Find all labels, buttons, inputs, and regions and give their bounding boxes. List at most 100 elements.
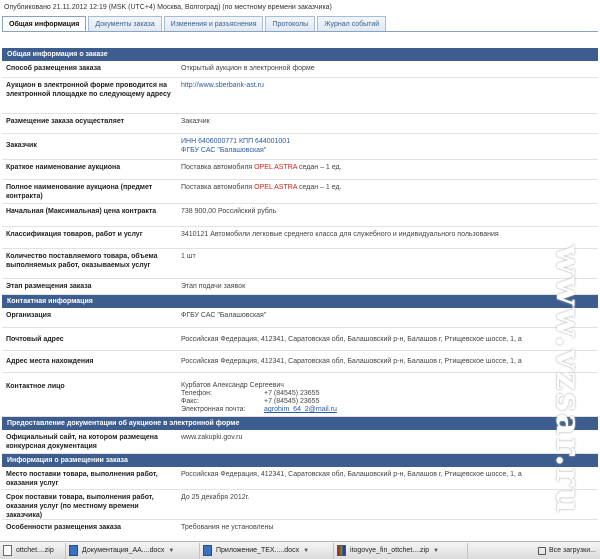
detail-label: Размещение заказа осуществляет (6, 118, 125, 125)
download-item[interactable]: ottchet....zip (0, 542, 66, 559)
section-contacts-title: Контактная информация (2, 295, 598, 308)
chevron-down-icon[interactable]: ▼ (303, 548, 309, 554)
detail-label: Количество поставляемого товара, объема … (6, 253, 158, 269)
short-name-suffix: седан – 1 ед. (299, 164, 342, 171)
watermark: www.vzsar.ru (548, 212, 588, 548)
detail-label: Аукцион в электронной форме проводится н… (6, 82, 171, 98)
email-label: Электронная почта: (181, 406, 246, 413)
fax-label: Факс: (181, 398, 199, 405)
detail-value: Российская Федерация, 412341, Саратовска… (181, 471, 522, 478)
detail-row: Заказчик ИНН 6406000771 КПП 644001001 ФГ… (2, 134, 598, 160)
section-general-title: Общая информация о заказе (2, 48, 598, 61)
detail-row: Размещение заказа осуществляет Заказчик (2, 114, 598, 134)
download-icon (538, 546, 546, 555)
detail-row: Этап размещения заказа Этап подачи заяво… (2, 279, 598, 295)
detail-row: Адрес места нахождения Российская Федера… (2, 351, 598, 373)
all-downloads-link[interactable]: Все загрузки... (534, 546, 600, 555)
word-icon (69, 545, 78, 556)
detail-value: 738 900,00 Российский рубль (181, 208, 277, 215)
section-info-title: Информация о размещении заказа (2, 454, 598, 467)
short-name-prefix: Поставка автомобиля (181, 164, 253, 171)
section-docs-title: Предоставление документации об аукционе … (2, 417, 598, 430)
chevron-down-icon[interactable]: ▼ (433, 548, 439, 554)
download-item[interactable]: Документация_АА....docx ▼ (66, 542, 200, 559)
full-name-prefix: Поставка автомобиля (181, 184, 253, 191)
word-icon (203, 545, 212, 556)
detail-value: ИНН 6406000771 КПП 644001001 ФГБУ САС "Б… (177, 134, 598, 159)
download-name: ottchet....zip (16, 547, 54, 554)
download-name: itogovye_fin_ottchet....zip (350, 547, 429, 554)
downloads-bar: ottchet....zip Документация_АА....docx ▼… (0, 541, 600, 559)
detail-value: http://www.sberbank-ast.ru (177, 78, 598, 113)
detail-row: Начальная (Максимальная) цена контракта … (2, 204, 598, 227)
detail-row: Место поставки товара, выполнения работ,… (2, 467, 598, 490)
detail-row: Количество поставляемого товара, объема … (2, 249, 598, 279)
detail-value: Поставка автомобиля OPEL ASTRA седан – 1… (177, 180, 598, 203)
email-link[interactable]: agrohim_64_2@mail.ru (264, 406, 594, 414)
detail-value: ФГБУ САС "Балашовская" (181, 312, 267, 319)
detail-row: Классификация товаров, работ и услуг 341… (2, 227, 598, 249)
order-details: Общая информация о заказе Способ размеще… (2, 48, 598, 536)
detail-label: Организация (6, 312, 52, 319)
detail-row: Полное наименование аукциона (предмет ко… (2, 180, 598, 204)
customer-name-link[interactable]: ФГБУ САС "Балашовская" (181, 147, 266, 154)
customer-inn-link[interactable]: ИНН 6406000771 КПП 644001001 (181, 138, 290, 145)
download-item[interactable]: Приложение_ТЕХ.....docx ▼ (200, 542, 334, 559)
detail-row: Краткое наименование аукциона Поставка а… (2, 160, 598, 180)
tab-bar: Общая информация Документы заказа Измене… (2, 16, 388, 32)
contact-details: Телефон: +7 (84545) 23655 Факс: +7 (8454… (181, 390, 594, 414)
published-info: Опубликовано 21.11.2012 12:19 (MSK (UTC+… (4, 4, 332, 11)
full-name-brand: OPEL ASTRA (254, 184, 298, 191)
detail-label: Особенности размещения заказа (6, 524, 122, 531)
detail-value: Российская Федерация, 412341, Саратовска… (181, 358, 522, 365)
detail-value: 3410121 Автомобили легковые среднего кла… (181, 231, 499, 238)
tab-divider (2, 31, 598, 32)
detail-row: Организация ФГБУ САС "Балашовская" (2, 308, 598, 328)
tab-documents[interactable]: Документы заказа (88, 16, 162, 32)
tab-general[interactable]: Общая информация (2, 16, 87, 32)
detail-row: Официальный сайт, на котором размещена к… (2, 430, 598, 454)
chevron-down-icon[interactable]: ▼ (168, 548, 174, 554)
phone-value: +7 (84545) 23655 (264, 390, 320, 397)
detail-label: Полное наименование аукциона (предмет ко… (6, 184, 153, 200)
detail-value: Поставка автомобиля OPEL ASTRA седан – 1… (177, 160, 598, 179)
detail-row: Особенности размещения заказа Требования… (2, 520, 598, 536)
detail-value: Требования не установлены (181, 524, 274, 531)
detail-value: www.zakupki.gov.ru (181, 434, 243, 441)
all-downloads-label: Все загрузки... (549, 547, 596, 554)
detail-label: Способ размещения заказа (6, 65, 101, 72)
tab-changes[interactable]: Изменения и разъяснения (163, 16, 264, 32)
detail-label: Срок поставки товара, выполнения работ, … (6, 494, 154, 519)
detail-label: Начальная (Максимальная) цена контракта (6, 208, 157, 215)
detail-label: Заказчик (6, 142, 37, 149)
detail-label: Официальный сайт, на котором размещена к… (6, 434, 158, 450)
tab-event-log[interactable]: Журнал событий (317, 16, 387, 32)
file-icon (3, 545, 12, 556)
detail-label: Адрес места нахождения (6, 358, 94, 365)
full-name-suffix: седан – 1 ед. (299, 184, 342, 191)
top-bar: Опубликовано 21.11.2012 12:19 (MSK (UTC+… (0, 0, 600, 14)
detail-value: Заказчик (181, 118, 210, 125)
detail-label: Классификация товаров, работ и услуг (6, 231, 143, 238)
phone-label: Телефон: (181, 390, 212, 397)
detail-value: До 25 декабря 2012г. (181, 494, 250, 501)
detail-value: Российская Федерация, 412341, Саратовска… (181, 336, 522, 343)
detail-value: 1 шт (181, 253, 196, 260)
detail-label: Этап размещения заказа (6, 283, 92, 290)
platform-link[interactable]: http://www.sberbank-ast.ru (181, 82, 264, 89)
detail-value: Курбатов Александр Сергеевич Телефон: +7… (177, 373, 598, 416)
detail-row: Способ размещения заказа Открытый аукцио… (2, 61, 598, 78)
download-name: Приложение_ТЕХ.....docx (216, 547, 300, 554)
detail-row: Срок поставки товара, выполнения работ, … (2, 490, 598, 520)
tab-protocols[interactable]: Протоколы (265, 16, 316, 32)
detail-label: Краткое наименование аукциона (6, 164, 121, 171)
download-item[interactable]: itogovye_fin_ottchet....zip ▼ (334, 542, 468, 559)
watermark-text: www.vzsar.ru (548, 245, 588, 515)
download-name: Документация_АА....docx (82, 547, 165, 554)
fax-value: +7 (84545) 23655 (264, 398, 320, 405)
short-name-brand: OPEL ASTRA (254, 164, 298, 171)
zip-icon (337, 545, 346, 556)
detail-value: Открытый аукцион в электронной форме (181, 65, 315, 72)
detail-value: Этап подачи заявок (181, 283, 246, 290)
detail-label: Контактное лицо (6, 383, 65, 390)
